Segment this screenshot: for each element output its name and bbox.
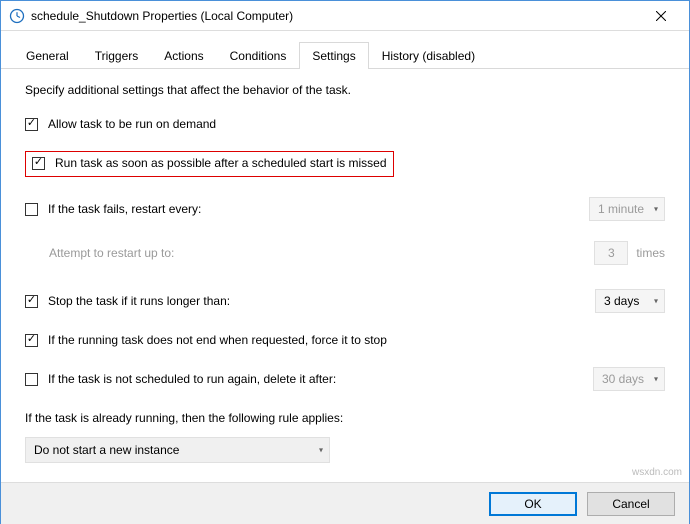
watermark: wsxdn.com	[632, 467, 682, 478]
chevron-down-icon: ▾	[654, 375, 658, 384]
combo-stop-if-longer[interactable]: 3 days ▾	[595, 289, 665, 313]
tab-history[interactable]: History (disabled)	[369, 42, 488, 69]
close-icon	[656, 11, 666, 21]
window-title: schedule_Shutdown Properties (Local Comp…	[31, 9, 641, 23]
tab-conditions[interactable]: Conditions	[217, 42, 300, 69]
label-force-stop: If the running task does not end when re…	[48, 333, 387, 347]
checkbox-restart-every[interactable]	[25, 203, 38, 216]
combo-run-rule[interactable]: Do not start a new instance ▾	[25, 437, 330, 463]
tab-actions[interactable]: Actions	[151, 42, 216, 69]
checkbox-allow-on-demand[interactable]	[25, 118, 38, 131]
label-already-running: If the task is already running, then the…	[25, 411, 343, 425]
cancel-button[interactable]: Cancel	[587, 492, 675, 516]
close-button[interactable]	[641, 1, 681, 31]
label-restart-every: If the task fails, restart every:	[48, 202, 201, 216]
spinner-attempt-count[interactable]: 3	[594, 241, 628, 265]
titlebar: schedule_Shutdown Properties (Local Comp…	[1, 1, 689, 31]
intro-text: Specify additional settings that affect …	[25, 83, 351, 97]
checkbox-delete-after[interactable]	[25, 373, 38, 386]
checkbox-stop-if-longer[interactable]	[25, 295, 38, 308]
combo-restart-every-value: 1 minute	[598, 202, 644, 216]
combo-stop-if-longer-value: 3 days	[604, 294, 639, 308]
label-run-after-missed: Run task as soon as possible after a sch…	[55, 156, 387, 170]
label-stop-if-longer: Stop the task if it runs longer than:	[48, 294, 230, 308]
chevron-down-icon: ▾	[319, 446, 323, 455]
label-attempt-restart: Attempt to restart up to:	[49, 246, 174, 260]
combo-delete-after[interactable]: 30 days ▾	[593, 367, 665, 391]
label-delete-after: If the task is not scheduled to run agai…	[48, 372, 336, 386]
tab-bar: General Triggers Actions Conditions Sett…	[1, 31, 689, 69]
chevron-down-icon: ▾	[654, 205, 658, 214]
checkbox-run-after-missed[interactable]	[32, 157, 45, 170]
tab-settings[interactable]: Settings	[299, 42, 368, 69]
combo-restart-every[interactable]: 1 minute ▾	[589, 197, 665, 221]
label-allow-on-demand: Allow task to be run on demand	[48, 117, 216, 131]
checkbox-force-stop[interactable]	[25, 334, 38, 347]
dialog-footer: OK Cancel	[1, 482, 689, 524]
combo-run-rule-value: Do not start a new instance	[34, 443, 179, 457]
label-times: times	[636, 246, 665, 260]
tab-triggers[interactable]: Triggers	[82, 42, 152, 69]
ok-button[interactable]: OK	[489, 492, 577, 516]
combo-delete-after-value: 30 days	[602, 372, 644, 386]
settings-panel: Specify additional settings that affect …	[1, 69, 689, 463]
highlight-run-after-missed: Run task as soon as possible after a sch…	[25, 151, 394, 177]
clock-icon	[9, 8, 25, 24]
tab-general[interactable]: General	[13, 42, 82, 69]
chevron-down-icon: ▾	[654, 297, 658, 306]
